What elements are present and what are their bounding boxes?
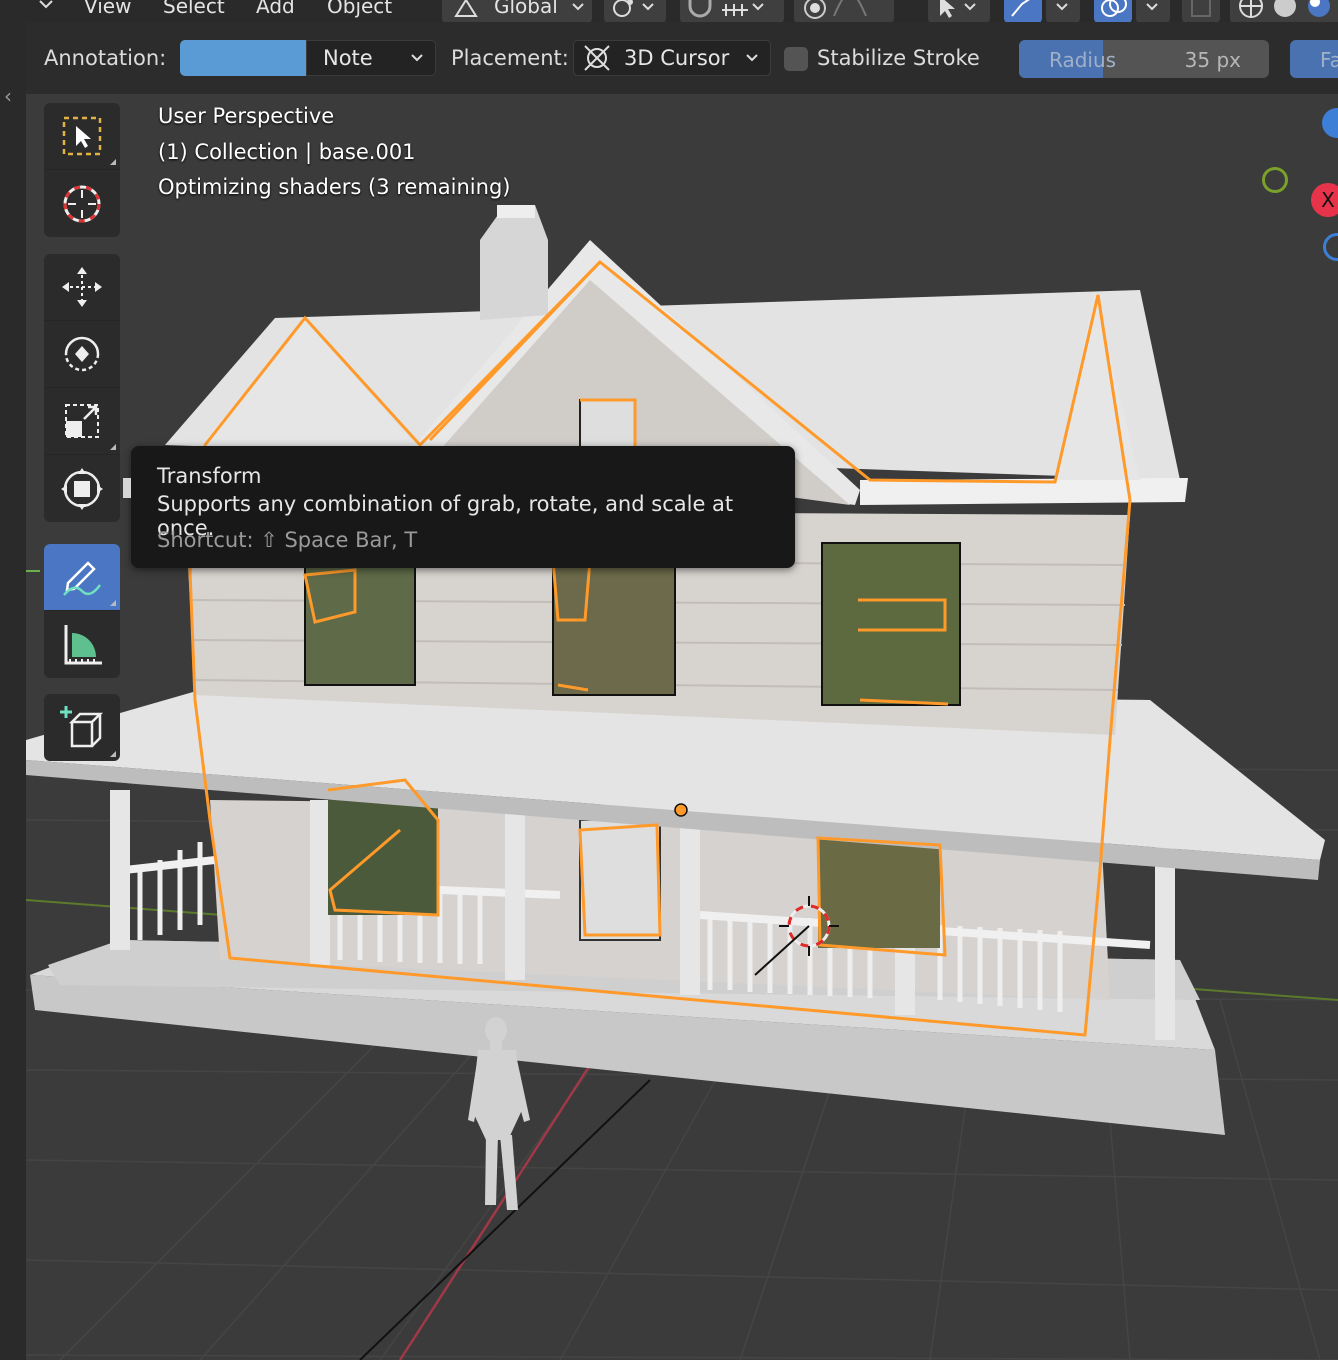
tool-settings-bar: Annotation: Note Placement: 3D Cursor St… [26,22,1338,94]
xray-icon [1191,0,1211,17]
tool-variants-indicator [110,751,116,757]
gizmo-x-label: X [1321,188,1335,212]
view-perspective-label: User Perspective [158,104,335,128]
tool-group-annotate [44,544,120,678]
viewport-scene [26,205,1338,1360]
tool-group-transform [44,254,120,522]
factor-label: Fa [1320,48,1338,72]
gizmo-icon [1011,0,1030,17]
annotation-label: Annotation: [44,46,167,70]
chevron-down-icon [1056,3,1068,11]
orientation-icon [454,0,478,17]
3d-viewport[interactable]: X [26,94,1338,1360]
3d-cursor-icon [584,45,610,71]
measure-ruler-icon [64,624,102,664]
placement-value: 3D Cursor [624,46,730,70]
chevron-down-icon [1146,3,1158,11]
falloff-curve-icon [833,0,867,17]
radius-label: Radius [1049,48,1117,72]
menu-object[interactable]: Object [327,0,392,18]
solid-shading-icon [1274,0,1296,17]
tool-variants-indicator [110,600,116,606]
overlays-toggle[interactable] [1094,0,1132,24]
tool-group-select [44,103,120,237]
stabilize-stroke-label: Stabilize Stroke [817,46,980,70]
cursor-tool[interactable] [44,170,120,237]
radius-value: 35 px [1184,48,1241,72]
pivot-icon [613,0,633,17]
radius-slider[interactable]: Radius 35 px [1019,40,1269,78]
transform-tooltip: Transform Supports any combination of gr… [131,446,795,568]
cursor-arrow-icon [940,0,955,18]
orientation-label: Global [494,0,558,18]
transform-orientation-dropdown[interactable]: Global [442,0,592,24]
gizmo-x-axis[interactable]: X [1311,183,1338,217]
selectability-dropdown[interactable] [928,0,990,24]
pivot-point-dropdown[interactable] [604,0,666,24]
chevron-down-icon [39,0,53,9]
gizmo-dropdown[interactable] [1046,0,1080,24]
house-model [26,205,1325,1135]
editor-type-dropdown[interactable] [34,0,58,16]
snap-increment-icon [722,4,748,16]
tool-variants-indicator [110,444,116,450]
chevron-down-icon [964,3,976,11]
annotation-layer-value: Note [323,46,373,70]
overlays-dropdown[interactable] [1136,0,1170,24]
overlays-icon [1101,0,1127,17]
annotate-tool[interactable] [44,544,120,611]
placement-dropdown[interactable]: 3D Cursor [573,40,771,76]
menu-view[interactable]: View [84,0,131,18]
tooltip-shortcut: Shortcut: ⇧ Space Bar, T [157,528,418,552]
gizmo-y-axis-negative[interactable] [1262,167,1288,193]
proportional-editing-toggle[interactable] [794,0,894,24]
chevron-down-icon [642,3,654,11]
scale-tool[interactable] [44,388,120,455]
magnet-icon [688,0,712,18]
measure-tool[interactable] [44,611,120,678]
shading-mode-group[interactable] [1230,0,1338,24]
gizmo-toggle[interactable] [1004,0,1042,24]
select-box-icon [62,116,102,156]
placement-label: Placement: [451,46,569,70]
rotate-icon [64,336,100,372]
select-box-tool[interactable] [44,103,120,170]
chevron-down-icon [411,54,423,62]
cursor-icon [63,185,101,222]
shader-status-label: Optimizing shaders (3 remaining) [158,175,511,199]
object-origin [674,803,688,817]
tool-variants-indicator [110,159,116,165]
annotation-layer-dropdown[interactable]: Note [306,40,436,76]
factor-slider[interactable]: Fa [1290,40,1338,78]
annotation-color-swatch[interactable] [180,40,306,76]
annotate-pencil-icon [63,561,102,596]
xray-toggle[interactable] [1182,0,1220,24]
proportional-icon [804,0,826,19]
chevron-down-icon [572,3,584,11]
material-shading-icon [1308,0,1330,17]
snap-toggle[interactable] [680,0,784,24]
transform-icon [61,467,103,510]
axis-indicator [26,570,40,572]
viewport-header: View Select Add Object Global [0,0,1338,24]
add-cube-tool[interactable] [44,694,120,761]
scale-icon [65,404,99,438]
left-region-strip: ‹ [0,22,26,1360]
move-tool[interactable] [44,254,120,321]
transform-tool[interactable] [44,455,120,522]
tool-group-add [44,694,120,761]
tooltip-pointer [123,478,131,498]
menu-select[interactable]: Select [163,0,225,18]
chevron-down-icon [752,3,764,11]
expand-sidebar-icon[interactable]: ‹ [4,84,12,108]
stabilize-stroke-checkbox[interactable] [784,47,808,71]
wireframe-shading-icon [1239,0,1263,18]
tooltip-title: Transform [157,464,262,488]
menu-add[interactable]: Add [256,0,295,18]
rotate-tool[interactable] [44,321,120,388]
chevron-down-icon [746,54,758,62]
add-cube-icon [60,705,104,747]
move-icon [62,267,102,307]
active-collection-label: (1) Collection | base.001 [158,140,416,164]
